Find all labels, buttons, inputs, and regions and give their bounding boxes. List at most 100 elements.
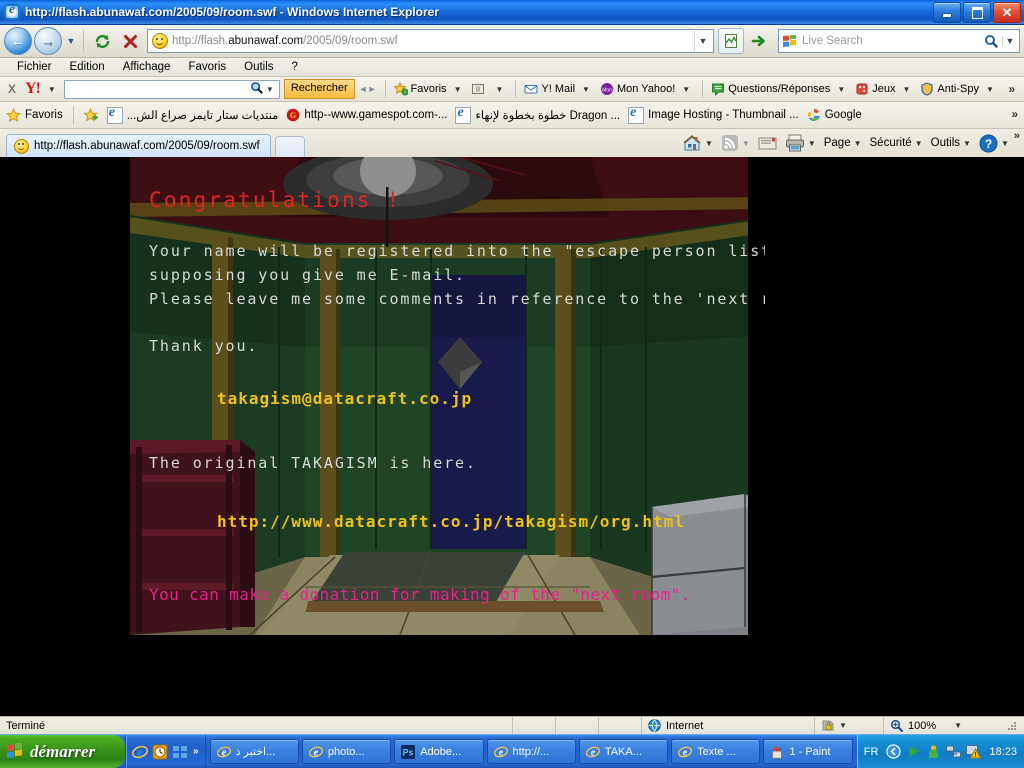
menu-item-edition[interactable]: Edition — [61, 58, 114, 76]
menu-item-help[interactable]: ? — [283, 58, 307, 76]
chevron-down-icon[interactable]: ▼ — [833, 85, 849, 94]
language-indicator[interactable]: FR — [864, 746, 882, 758]
favorite-link-3[interactable]: خطوة بخطوة لإنهاء Dragon ... — [453, 105, 622, 124]
svg-text:?: ? — [985, 137, 992, 151]
go-button[interactable] — [746, 28, 772, 54]
security-warning-icon[interactable]: ! — [966, 744, 982, 759]
chevron-down-icon[interactable]: ▼ — [915, 139, 923, 148]
favorite-link-4[interactable]: Image Hosting - Thumbnail ... — [626, 105, 801, 124]
chevron-down-icon[interactable]: ▼ — [450, 85, 466, 94]
favorite-link-1[interactable]: منتديات ستار تايمز صراع الش... — [105, 105, 281, 124]
media-play-icon[interactable] — [906, 744, 921, 759]
print-button[interactable]: ▼ — [782, 134, 819, 152]
favorite-link-5[interactable]: Google — [805, 108, 864, 122]
minimize-button[interactable] — [933, 2, 961, 23]
takagism-url-link[interactable]: http://www.datacraft.co.jp/takagism/org.… — [217, 512, 685, 531]
menu-item-affichage[interactable]: Affichage — [114, 58, 180, 76]
start-button[interactable]: démarrer — [0, 735, 125, 768]
close-button[interactable]: ✕ — [993, 2, 1021, 23]
quicklaunch-ie-icon[interactable]: e — [131, 744, 149, 760]
recent-pages-dropdown[interactable]: ▼ — [64, 28, 78, 54]
task-button[interactable]: e Texte ... — [671, 739, 761, 764]
zoom-control[interactable]: 100% ▼ — [883, 717, 1024, 734]
favorites-center-button[interactable]: Favoris — [4, 107, 65, 123]
chevron-down-icon[interactable]: ▼ — [808, 139, 816, 148]
security-menu-button[interactable]: Sécurité ▼ — [867, 137, 926, 149]
task-button[interactable]: e photo... — [301, 739, 392, 764]
new-tab-button[interactable] — [274, 136, 305, 157]
flash-movie[interactable]: Congratulations ! Your name will be regi… — [130, 157, 765, 635]
read-mail-button[interactable] — [755, 136, 780, 151]
quicklaunch-clock-icon[interactable] — [152, 744, 168, 760]
favorite-link-2[interactable]: G http--www.gamespot.com-... — [284, 108, 449, 122]
search-submit-button[interactable] — [980, 34, 1002, 48]
help-button[interactable]: ? ▼ — [976, 134, 1012, 153]
yahoo-search-dropdown[interactable]: ▼ — [263, 85, 277, 94]
quicklaunch-showdesktop-icon[interactable] — [172, 744, 188, 760]
resize-grip[interactable] — [1006, 720, 1018, 732]
yahoo-my-yahoo-button[interactable]: Mon Mon Yahoo! ▼ — [598, 82, 696, 96]
toolbar-resize-handle[interactable]: ◄► — [357, 84, 379, 94]
address-dropdown[interactable]: ▼ — [694, 31, 711, 51]
back-button[interactable]: ← — [4, 27, 32, 55]
page-menu-button[interactable]: Page ▼ — [821, 137, 865, 149]
network-icon[interactable] — [946, 744, 962, 759]
task-button[interactable]: 1 - Paint — [763, 739, 853, 764]
show-hidden-arrow-icon[interactable] — [886, 744, 902, 759]
security-zone[interactable]: Internet — [641, 717, 814, 734]
forward-button[interactable]: → — [34, 27, 62, 55]
stop-button[interactable] — [117, 28, 143, 54]
chevron-down-icon[interactable]: ▼ — [982, 85, 998, 94]
tab-room-swf[interactable]: http://flash.abunawaf.com/2005/09/room.s… — [6, 134, 271, 157]
yahoo-logo-dropdown[interactable]: ▼ — [44, 85, 60, 94]
messenger-icon[interactable] — [926, 744, 941, 759]
yahoo-search-button[interactable]: Rechercher — [283, 79, 355, 99]
yahoo-antispy-button[interactable]: Anti-Spy ▼ — [918, 82, 1000, 96]
yahoo-toolbar-overflow-button[interactable]: » — [1002, 82, 1021, 96]
command-bar-overflow-button[interactable]: » — [1014, 129, 1020, 142]
yahoo-favorites-button[interactable]: Favoris ▼ — [392, 81, 468, 96]
chevron-down-icon[interactable]: ▼ — [678, 85, 694, 94]
menu-item-fichier[interactable]: Fichier — [8, 58, 61, 76]
chevron-down-icon[interactable]: ▼ — [854, 139, 862, 148]
favorites-bar-overflow-button[interactable]: » — [1012, 109, 1020, 121]
chevron-down-icon[interactable]: ▼ — [742, 139, 750, 148]
search-box[interactable]: Live Search ▼ — [778, 29, 1020, 53]
yahoo-search-magnifier-icon[interactable] — [250, 81, 263, 97]
home-button[interactable]: ▼ — [680, 134, 716, 152]
add-to-favorites-button[interactable] — [82, 107, 101, 123]
chevron-down-icon[interactable]: ▼ — [491, 85, 507, 94]
tools-menu-button[interactable]: Outils ▼ — [928, 137, 974, 149]
compatibility-view-button[interactable] — [718, 28, 744, 54]
yahoo-card-button[interactable]: ▼ — [469, 82, 509, 96]
chevron-down-icon[interactable]: ▼ — [954, 721, 962, 730]
refresh-button[interactable] — [89, 28, 115, 54]
chevron-down-icon[interactable]: ▼ — [1001, 139, 1009, 148]
toolbar-close-button[interactable]: X — [3, 82, 21, 96]
maximize-button[interactable] — [963, 2, 991, 23]
clock[interactable]: 18:23 — [986, 746, 1017, 758]
task-button[interactable]: e اختبر ذ... — [209, 739, 299, 764]
email-link[interactable]: takagism@datacraft.co.jp — [217, 389, 472, 408]
search-provider-dropdown[interactable]: ▼ — [1002, 36, 1017, 46]
quicklaunch-overflow-button[interactable]: » — [193, 746, 199, 757]
yahoo-answers-button[interactable]: Questions/Réponses ▼ — [709, 82, 851, 97]
menu-item-favoris[interactable]: Favoris — [179, 58, 235, 76]
yahoo-mail-button[interactable]: Y! Mail ▼ — [522, 82, 596, 96]
chevron-down-icon[interactable]: ▼ — [578, 85, 594, 94]
feeds-button[interactable]: ▼ — [718, 134, 753, 152]
chevron-down-icon[interactable]: ▼ — [839, 721, 847, 730]
search-input[interactable]: Live Search — [802, 35, 980, 47]
address-bar[interactable]: http://flash.abunawaf.com/2005/09/room.s… — [147, 29, 714, 53]
yahoo-logo-icon[interactable]: Y! — [23, 81, 42, 97]
yahoo-search-input[interactable]: ▼ — [63, 79, 280, 99]
task-button[interactable]: e TAKA... — [578, 739, 669, 764]
task-button[interactable]: e http://... — [486, 739, 576, 764]
yahoo-games-button[interactable]: Jeux ▼ — [853, 82, 916, 96]
chevron-down-icon[interactable]: ▼ — [898, 85, 914, 94]
task-button[interactable]: Ps Adobe... — [394, 739, 484, 764]
protected-mode[interactable]: ▼ — [814, 717, 883, 734]
chevron-down-icon[interactable]: ▼ — [705, 139, 713, 148]
chevron-down-icon[interactable]: ▼ — [963, 139, 971, 148]
menu-item-outils[interactable]: Outils — [235, 58, 282, 76]
